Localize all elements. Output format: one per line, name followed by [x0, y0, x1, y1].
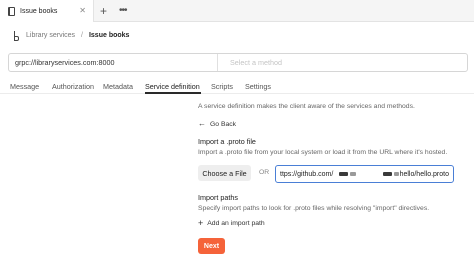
- tab-service-definition[interactable]: Service definition: [145, 82, 200, 91]
- choose-file-button[interactable]: Choose a File: [198, 165, 251, 181]
- redacted-text: [349, 172, 357, 176]
- add-import-path-label: Add an import path: [207, 219, 265, 227]
- breadcrumb: Library services / Issue books: [12, 29, 129, 41]
- divider: [217, 54, 218, 71]
- more-options-icon[interactable]: •••: [119, 4, 127, 18]
- proto-url-suffix: hello/hello.proto: [399, 170, 449, 178]
- redacted-text: [393, 172, 399, 176]
- grpc-icon: [12, 30, 20, 41]
- panel-description: A service definition makes the client aw…: [198, 103, 415, 110]
- breadcrumb-current[interactable]: Issue books: [89, 32, 129, 39]
- go-back-label: Go Back: [210, 120, 237, 128]
- tab-bar: Issue books ✕ + •••: [0, 0, 474, 22]
- url-input[interactable]: grpc://libraryservices.com:8000: [15, 58, 114, 67]
- tab-scripts[interactable]: Scripts: [211, 82, 233, 91]
- redacted-text: [383, 172, 392, 176]
- next-button[interactable]: Next: [198, 238, 225, 254]
- method-select[interactable]: Select a method: [230, 58, 282, 67]
- proto-url-input[interactable]: ttps://github.com/ hello/hello.proto: [275, 165, 454, 183]
- request-bar: grpc://libraryservices.com:8000 Select a…: [8, 53, 468, 72]
- plus-icon: +: [198, 218, 204, 228]
- close-icon[interactable]: ✕: [79, 6, 86, 16]
- import-paths-description: Specify import paths to look for .proto …: [198, 205, 430, 212]
- breadcrumb-parent[interactable]: Library services: [26, 32, 75, 39]
- tab-metadata[interactable]: Metadata: [103, 82, 133, 91]
- tab-authorization[interactable]: Authorization: [52, 82, 94, 91]
- tab-settings[interactable]: Settings: [245, 82, 271, 91]
- proto-url-prefix: ttps://github.com/: [280, 170, 334, 178]
- go-back-link[interactable]: ← Go Back: [198, 120, 236, 128]
- redacted-text: [339, 172, 348, 176]
- tab-issue-books[interactable]: Issue books ✕: [0, 0, 94, 22]
- add-import-path-button[interactable]: + Add an import path: [198, 218, 265, 228]
- import-proto-description: Import a .proto file from your local sys…: [198, 149, 448, 156]
- import-proto-title: Import a .proto file: [198, 137, 256, 146]
- request-tabs: Message Authorization Metadata Service d…: [0, 80, 474, 94]
- add-tab-icon[interactable]: +: [100, 4, 107, 18]
- active-tab-indicator: [145, 92, 201, 94]
- grpc-icon: [8, 6, 15, 16]
- import-paths-title: Import paths: [198, 193, 238, 202]
- breadcrumb-separator: /: [81, 31, 83, 39]
- tab-label: Issue books: [20, 7, 58, 15]
- tab-message[interactable]: Message: [10, 82, 39, 91]
- or-label: OR: [259, 169, 270, 176]
- arrow-left-icon: ←: [198, 119, 206, 128]
